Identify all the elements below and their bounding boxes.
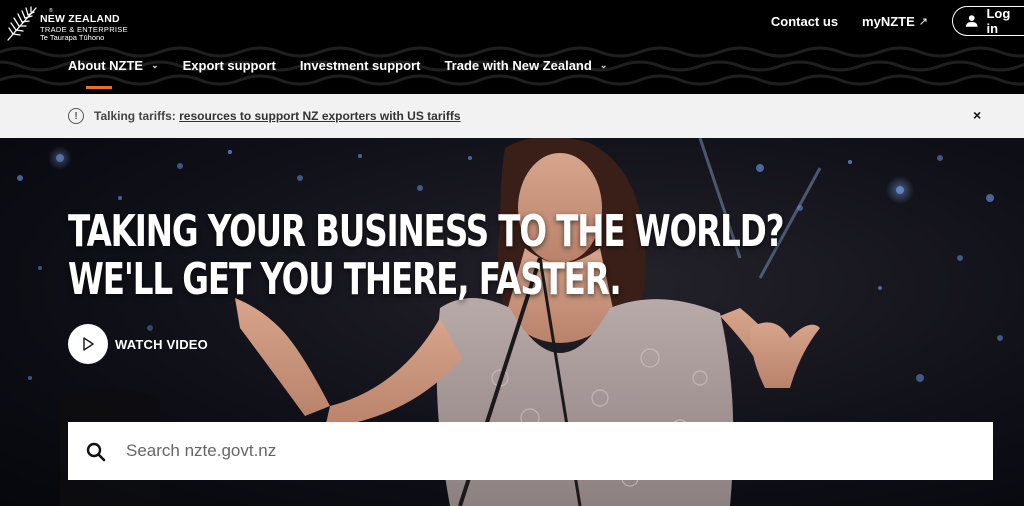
hero: TAKING YOUR BUSINESS TO THE WORLD? WE'LL…: [0, 138, 1024, 506]
alert-message: Talking tariffs: resources to support NZ…: [94, 109, 461, 123]
login-button[interactable]: Log in: [952, 6, 1024, 36]
watch-video-button[interactable]: WATCH VIDEO: [68, 324, 208, 364]
utility-links: Contact us myNZTE ↗ Log in: [771, 6, 1024, 36]
logo-text: NEW ZEALAND TRADE & ENTERPRISE Te Taurap…: [40, 14, 128, 42]
external-arrow-icon: ↗: [918, 15, 928, 28]
logo-line-2: TRADE & ENTERPRISE: [40, 24, 128, 34]
nav-item-trade-with-nz[interactable]: Trade with New Zealand ⌄: [444, 56, 607, 74]
nav-label-investment: Investment support: [299, 57, 421, 73]
nav-label-about: About NZTE: [68, 57, 144, 73]
main-nav: About NZTE ⌄ Export support Investment s…: [68, 56, 631, 89]
logo-line-1: NEW ZEALAND: [40, 13, 120, 25]
play-icon: [68, 324, 108, 364]
headline-line-2: WE'LL GET YOU THERE, FASTER.: [68, 254, 622, 305]
hero-headline: TAKING YOUR BUSINESS TO THE WORLD? WE'LL…: [68, 206, 785, 305]
nav-label-trade: Trade with New Zealand: [444, 57, 592, 73]
nzte-logo[interactable]: ® NEW ZEALAND TRADE & ENTERPRISE Te Taur…: [4, 4, 154, 46]
alert-prefix: Talking tariffs:: [94, 109, 176, 123]
search-bar: [68, 422, 993, 480]
search-input[interactable]: [126, 422, 976, 480]
contact-us-link[interactable]: Contact us: [771, 14, 838, 29]
mynzte-link[interactable]: myNZTE ↗: [862, 14, 928, 29]
info-icon: !: [68, 108, 84, 124]
nav-item-investment-support[interactable]: Investment support: [300, 56, 421, 74]
registered-mark: ®: [49, 8, 53, 14]
nav-item-export-support[interactable]: Export support: [183, 56, 276, 74]
nav-item-about-nzte[interactable]: About NZTE ⌄: [68, 56, 159, 89]
alert-link[interactable]: resources to support NZ exporters with U…: [179, 109, 460, 123]
user-icon: [965, 15, 978, 27]
nav-label-export: Export support: [182, 57, 276, 73]
alert-banner: ! Talking tariffs: resources to support …: [0, 94, 1024, 138]
login-label: Log in: [986, 6, 1011, 36]
fern-icon: [7, 6, 37, 41]
headline-line-1: TAKING YOUR BUSINESS TO THE WORLD?: [68, 206, 785, 257]
mynzte-label: myNZTE: [862, 13, 915, 29]
logo-line-3: Te Taurapa Tūhono: [40, 33, 105, 42]
search-icon[interactable]: [86, 442, 106, 462]
watch-video-label: WATCH VIDEO: [115, 336, 208, 352]
site-header: ® NEW ZEALAND TRADE & ENTERPRISE Te Taur…: [0, 0, 1024, 94]
close-icon[interactable]: ×: [973, 107, 981, 123]
chevron-down-icon: ⌄: [151, 59, 159, 70]
chevron-down-icon: ⌄: [599, 59, 608, 70]
